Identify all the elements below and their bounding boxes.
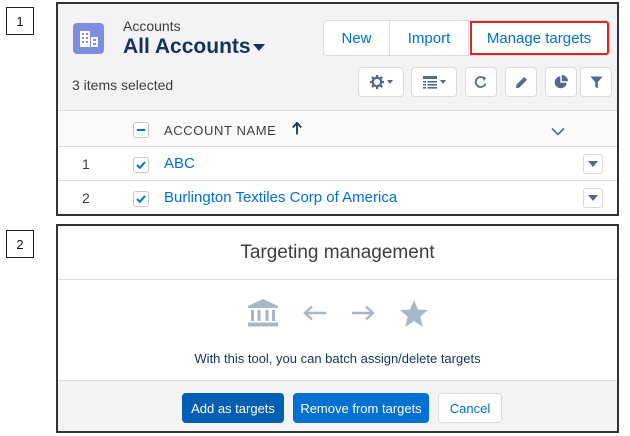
modal-footer: Add as targets Remove from targets Cance… — [58, 380, 617, 431]
caret-down-icon — [588, 161, 598, 167]
row-checkbox[interactable] — [133, 157, 149, 173]
row-number: 1 — [82, 156, 90, 172]
step-1-label: 1 — [6, 7, 34, 35]
accounts-object-icon — [73, 23, 104, 54]
accounts-list-view: Accounts All Accounts New Import Manage … — [56, 2, 619, 216]
inline-edit-button[interactable] — [505, 67, 537, 97]
step-2-label: 2 — [6, 230, 34, 258]
arrow-left-icon — [302, 305, 327, 321]
table-header-row: ACCOUNT NAME — [58, 111, 617, 147]
display-as-button[interactable] — [411, 67, 457, 97]
edit-icon — [515, 76, 528, 89]
selected-items-count: 3 items selected — [72, 77, 174, 93]
arrow-right-icon — [351, 305, 375, 321]
row-actions-button[interactable] — [583, 154, 603, 174]
account-name-link[interactable]: ABC — [164, 155, 195, 172]
targeting-management-modal: Targeting management With this tool, you… — [56, 224, 619, 433]
row-checkbox[interactable] — [133, 191, 149, 207]
caret-down-icon — [386, 80, 393, 84]
star-icon — [399, 299, 429, 328]
gear-icon — [369, 75, 384, 89]
cancel-button[interactable]: Cancel — [438, 393, 502, 423]
row-number: 2 — [82, 190, 90, 206]
table-view-icon — [422, 75, 437, 89]
caret-down-icon — [588, 195, 598, 201]
import-button[interactable]: Import — [390, 20, 469, 56]
refresh-icon — [474, 75, 488, 89]
table-row: 2 Burlington Textiles Corp of America — [58, 181, 617, 214]
chart-icon — [554, 75, 568, 89]
add-as-targets-button[interactable]: Add as targets — [182, 393, 284, 423]
modal-description: With this tool, you can batch assign/del… — [194, 351, 481, 366]
filter-icon — [590, 76, 603, 89]
account-name-link[interactable]: Burlington Textiles Corp of America — [164, 189, 397, 206]
select-all-checkbox[interactable] — [133, 122, 149, 138]
modal-title: Targeting management — [58, 226, 617, 280]
caret-down-icon — [439, 80, 446, 84]
modal-illustration — [58, 298, 617, 328]
sort-ascending-icon[interactable] — [292, 121, 302, 140]
list-settings-button[interactable] — [358, 67, 404, 97]
table-row: 1 ABC — [58, 147, 617, 181]
header-button-group: New Import Manage targets — [323, 20, 610, 56]
column-header-account-name[interactable]: ACCOUNT NAME — [164, 123, 276, 138]
object-label: Accounts — [123, 18, 181, 34]
chevron-down-icon[interactable] — [253, 44, 265, 51]
filter-button[interactable] — [580, 67, 612, 97]
manage-targets-button[interactable]: Manage targets — [469, 20, 610, 56]
bank-icon — [247, 298, 279, 328]
list-view-header: Accounts All Accounts New Import Manage … — [58, 4, 617, 111]
new-button[interactable]: New — [323, 20, 390, 56]
remove-from-targets-button[interactable]: Remove from targets — [293, 393, 429, 423]
refresh-button[interactable] — [465, 67, 497, 97]
list-view-title[interactable]: All Accounts — [123, 35, 251, 59]
charts-button[interactable] — [545, 67, 577, 97]
column-actions-chevron-icon[interactable] — [551, 123, 565, 141]
row-actions-button[interactable] — [583, 188, 603, 208]
